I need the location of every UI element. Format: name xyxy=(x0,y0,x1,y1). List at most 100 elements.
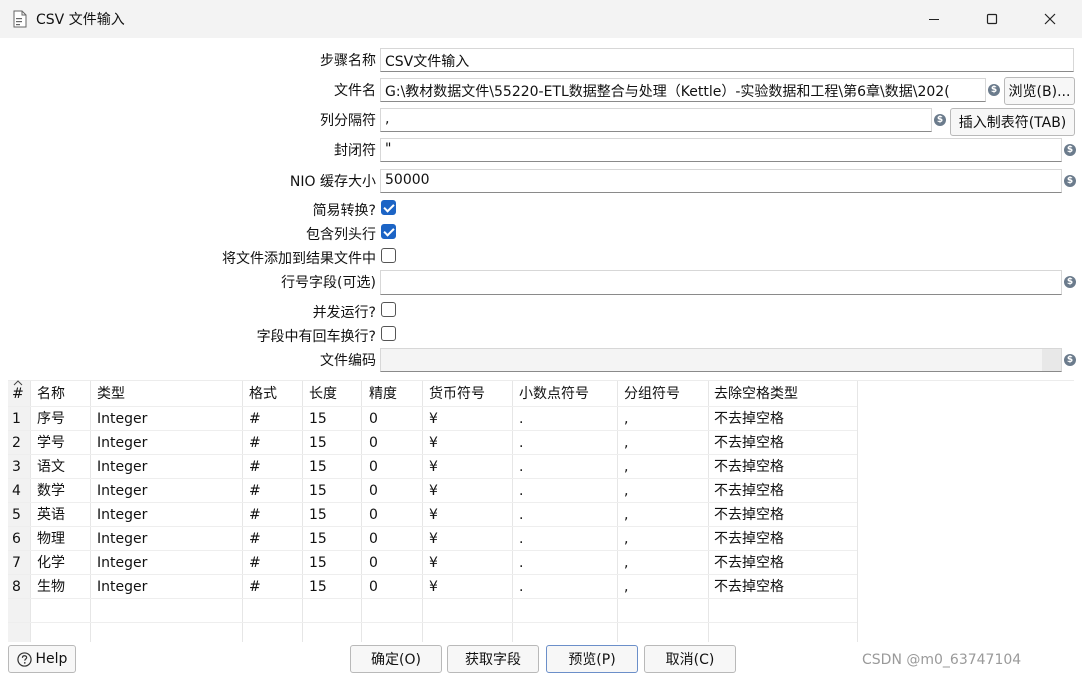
table-cell: 2 xyxy=(12,435,21,451)
table-row[interactable]: 3 语文 Integer # 15 0 ¥ . , 不去掉空格 xyxy=(8,455,857,479)
table-row[interactable]: 2 学号 Integer # 15 0 ¥ . , 不去掉空格 xyxy=(8,431,857,455)
ok-button[interactable]: 确定(O) xyxy=(350,645,442,673)
table-row[interactable]: 8 生物 Integer # 15 0 ¥ . , 不去掉空格 xyxy=(8,575,857,599)
table-cell: ¥ xyxy=(429,531,438,547)
encoding-dropdown-handle[interactable] xyxy=(1042,349,1061,371)
browse-button[interactable]: 浏览(B)... xyxy=(1004,77,1075,105)
table-cell: Integer xyxy=(97,459,148,475)
column-header[interactable]: 格式 xyxy=(249,382,277,406)
table-cell: , xyxy=(624,579,629,595)
variable-icon: $ xyxy=(934,114,946,126)
table-row[interactable]: 5 英语 Integer # 15 0 ¥ . , 不去掉空格 xyxy=(8,503,857,527)
table-cell: 8 xyxy=(12,579,21,595)
rownum-field-input[interactable] xyxy=(380,270,1062,295)
column-header[interactable]: 长度 xyxy=(309,382,337,406)
column-header[interactable]: 精度 xyxy=(369,382,397,406)
table-cell: Integer xyxy=(97,507,148,523)
minimize-button[interactable] xyxy=(906,0,962,38)
table-cell: 数学 xyxy=(37,483,65,499)
table-cell: # xyxy=(249,459,261,475)
column-header[interactable]: 去除空格类型 xyxy=(714,382,798,406)
get-fields-button[interactable]: 获取字段 xyxy=(447,645,539,673)
table-cell: ¥ xyxy=(429,579,438,595)
preview-button[interactable]: 预览(P) xyxy=(546,645,638,673)
table-cell: 15 xyxy=(309,483,327,499)
insert-tab-button[interactable]: 插入制表符(TAB) xyxy=(950,108,1075,136)
table-cell: 15 xyxy=(309,531,327,547)
table-cell: . xyxy=(519,507,524,523)
table-cell: , xyxy=(624,483,629,499)
filename-input[interactable]: G:\教材数据文件\55220-ETL数据整合与处理（Kettle）-实验数据和… xyxy=(380,78,986,102)
table-cell: 生物 xyxy=(37,579,65,595)
table-cell: # xyxy=(249,483,261,499)
enclosure-label: 封闭符 xyxy=(334,143,376,159)
newline-in-field-checkbox[interactable] xyxy=(381,326,396,341)
column-header[interactable]: 名称 xyxy=(37,382,65,406)
table-cell: 不去掉空格 xyxy=(714,435,784,451)
fields-table[interactable]: # 名称 类型 格式 长度 精度 货币符号 小数点符号 分组符号 去除空格类型 … xyxy=(8,380,1074,642)
lazy-conversion-label: 简易转换? xyxy=(312,203,376,219)
watermark: CSDN @m0_63747104 xyxy=(862,652,1022,668)
cancel-button[interactable]: 取消(C) xyxy=(644,645,736,673)
table-cell: . xyxy=(519,411,524,427)
table-row[interactable]: 6 物理 Integer # 15 0 ¥ . , 不去掉空格 xyxy=(8,527,857,551)
maximize-button[interactable] xyxy=(964,0,1020,38)
header-row-checkbox[interactable] xyxy=(381,224,396,239)
variable-icon: $ xyxy=(1064,175,1076,187)
help-button[interactable]: Help xyxy=(8,645,76,673)
table-cell: ¥ xyxy=(429,483,438,499)
rownum-field-label: 行号字段(可选) xyxy=(281,275,376,291)
table-cell: # xyxy=(249,579,261,595)
table-cell: . xyxy=(519,531,524,547)
column-header[interactable]: 货币符号 xyxy=(429,382,485,406)
table-cell: 5 xyxy=(12,507,21,523)
table-row[interactable]: 4 数学 Integer # 15 0 ¥ . , 不去掉空格 xyxy=(8,479,857,503)
delimiter-input[interactable]: , xyxy=(380,108,932,132)
table-cell: # xyxy=(249,555,261,571)
table-cell: 4 xyxy=(12,483,21,499)
table-cell: 15 xyxy=(309,507,327,523)
table-cell: 0 xyxy=(369,459,378,475)
step-name-input[interactable]: CSV文件输入 xyxy=(380,48,1074,72)
table-cell: 15 xyxy=(309,435,327,451)
encoding-select[interactable] xyxy=(380,348,1062,372)
table-cell: # xyxy=(249,507,261,523)
header-row-label: 包含列头行 xyxy=(306,227,376,243)
table-cell: 化学 xyxy=(37,555,65,571)
table-cell: , xyxy=(624,459,629,475)
nio-buffer-label: NIO 缓存大小 xyxy=(289,174,376,190)
table-cell: 1 xyxy=(12,411,21,427)
window-title: CSV 文件输入 xyxy=(36,12,125,28)
table-cell: 不去掉空格 xyxy=(714,459,784,475)
table-cell: 学号 xyxy=(37,435,65,451)
close-button[interactable] xyxy=(1022,0,1078,38)
nio-buffer-input[interactable]: 50000 xyxy=(380,169,1062,193)
table-row[interactable]: 7 化学 Integer # 15 0 ¥ . , 不去掉空格 xyxy=(8,551,857,575)
column-header[interactable]: # xyxy=(12,382,24,406)
enclosure-input[interactable]: " xyxy=(380,138,1062,162)
table-cell: 语文 xyxy=(37,459,65,475)
table-cell: . xyxy=(519,579,524,595)
table-cell: ¥ xyxy=(429,435,438,451)
table-cell: Integer xyxy=(97,411,148,427)
parallel-checkbox[interactable] xyxy=(381,302,396,317)
table-cell: 序号 xyxy=(37,411,65,427)
column-header[interactable]: 小数点符号 xyxy=(519,382,589,406)
lazy-conversion-checkbox[interactable] xyxy=(381,200,396,215)
column-header[interactable]: 类型 xyxy=(97,382,125,406)
column-header[interactable]: 分组符号 xyxy=(624,382,680,406)
table-cell: 不去掉空格 xyxy=(714,579,784,595)
table-cell: 6 xyxy=(12,531,21,547)
table-row[interactable]: 1 序号 Integer # 15 0 ¥ . , 不去掉空格 xyxy=(8,407,857,431)
table-cell: 7 xyxy=(12,555,21,571)
maximize-icon xyxy=(986,13,998,25)
variable-icon: $ xyxy=(988,84,1000,96)
close-icon xyxy=(1044,13,1056,25)
table-cell: 英语 xyxy=(37,507,65,523)
table-cell: 0 xyxy=(369,435,378,451)
table-cell: Integer xyxy=(97,531,148,547)
table-cell: ¥ xyxy=(429,411,438,427)
table-cell: , xyxy=(624,555,629,571)
add-to-result-checkbox[interactable] xyxy=(381,248,396,263)
step-name-label: 步骤名称 xyxy=(320,53,376,69)
